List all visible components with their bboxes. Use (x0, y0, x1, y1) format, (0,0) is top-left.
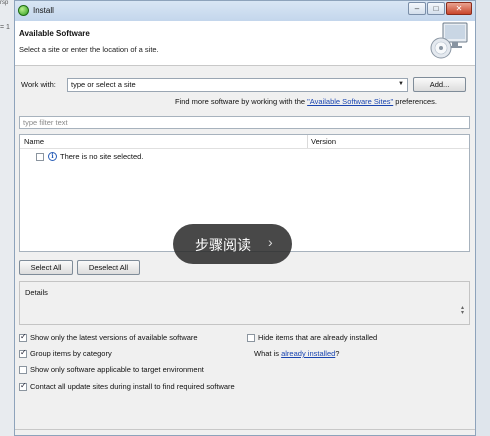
minimize-button[interactable]: – (408, 2, 426, 15)
page-subtitle: Select a site or enter the location of a… (19, 45, 159, 54)
tree-header: Name Version (20, 135, 469, 149)
background-window-text-2: = 1 (0, 24, 10, 31)
hide-installed-label: Hide items that are already installed (258, 333, 378, 342)
step-reading-overlay[interactable]: 步骤阅读 › (173, 224, 292, 264)
eclipse-app-icon (18, 5, 29, 16)
option-group-by-category[interactable]: Group items by category (19, 348, 219, 359)
what-is-installed-text: What is already installed? (254, 349, 339, 358)
deselect-all-button[interactable]: Deselect All (77, 260, 140, 275)
already-installed-link[interactable]: already installed (281, 349, 335, 358)
column-separator (307, 135, 308, 148)
column-name[interactable]: Name (24, 137, 44, 146)
dropdown-arrow-icon[interactable]: ▼ (398, 81, 404, 87)
work-with-value: type or select a site (71, 80, 136, 89)
dialog-header: Available Software Select a site or ente… (15, 21, 475, 66)
applicable-only-checkbox[interactable] (19, 366, 27, 374)
option-contact-sites[interactable]: Contact all update sites during install … (19, 381, 299, 392)
contact-sites-label: Contact all update sites during install … (30, 382, 235, 391)
more-software-prefix: Find more software by working with the (175, 97, 308, 106)
install-dialog: Install – □ ✕ Available Software Select … (14, 0, 476, 436)
title-bar: Install – □ ✕ (15, 1, 475, 21)
row-text: There is no site selected. (60, 152, 144, 161)
group-by-category-label: Group items by category (30, 349, 112, 358)
filter-placeholder: type filter text (23, 118, 68, 127)
more-software-suffix: preferences. (393, 97, 437, 106)
window-title: Install (33, 6, 54, 15)
what-is-prefix: What is (254, 349, 282, 358)
page-title: Available Software (19, 29, 90, 38)
work-with-label: Work with: (21, 80, 56, 89)
available-software-sites-link[interactable]: "Available Software Sites" (307, 97, 393, 106)
work-with-combo[interactable]: type or select a site ▼ (67, 78, 408, 92)
close-button[interactable]: ✕ (446, 2, 472, 15)
details-label: Details (25, 288, 48, 297)
bottom-divider (15, 429, 475, 430)
install-software-icon (430, 22, 468, 59)
option-applicable-only[interactable]: Show only software applicable to target … (19, 365, 269, 375)
maximize-button[interactable]: □ (427, 2, 445, 15)
row-checkbox[interactable] (36, 153, 44, 161)
more-software-text: Find more software by working with the "… (175, 97, 437, 106)
applicable-only-label: Show only software applicable to target … (30, 365, 204, 374)
details-box: Details ▴ ▾ (19, 281, 470, 325)
show-latest-checkbox[interactable] (19, 332, 27, 342)
hide-installed-checkbox[interactable] (247, 334, 255, 342)
background-window-text: rsp (0, 0, 9, 6)
contact-sites-checkbox[interactable] (19, 381, 27, 391)
option-show-latest[interactable]: Show only the latest versions of availab… (19, 332, 249, 343)
background-window-strip: rsp = 1 (0, 0, 15, 436)
what-is-suffix: ? (335, 349, 340, 358)
filter-input[interactable]: type filter text (19, 116, 470, 129)
show-latest-label: Show only the latest versions of availab… (30, 333, 198, 342)
column-version[interactable]: Version (311, 137, 336, 146)
group-by-category-checkbox[interactable] (19, 348, 27, 358)
step-reading-label: 步骤阅读 (195, 238, 251, 254)
chevron-right-icon: › (268, 234, 273, 250)
info-icon: i (48, 152, 57, 161)
tree-row[interactable]: i There is no site selected. (36, 152, 336, 163)
details-scroll-icon[interactable]: ▴ ▾ (461, 305, 464, 316)
option-hide-installed[interactable]: Hide items that are already installed (247, 333, 447, 343)
select-all-button[interactable]: Select All (19, 260, 73, 275)
add-site-button[interactable]: Add... (413, 77, 466, 92)
